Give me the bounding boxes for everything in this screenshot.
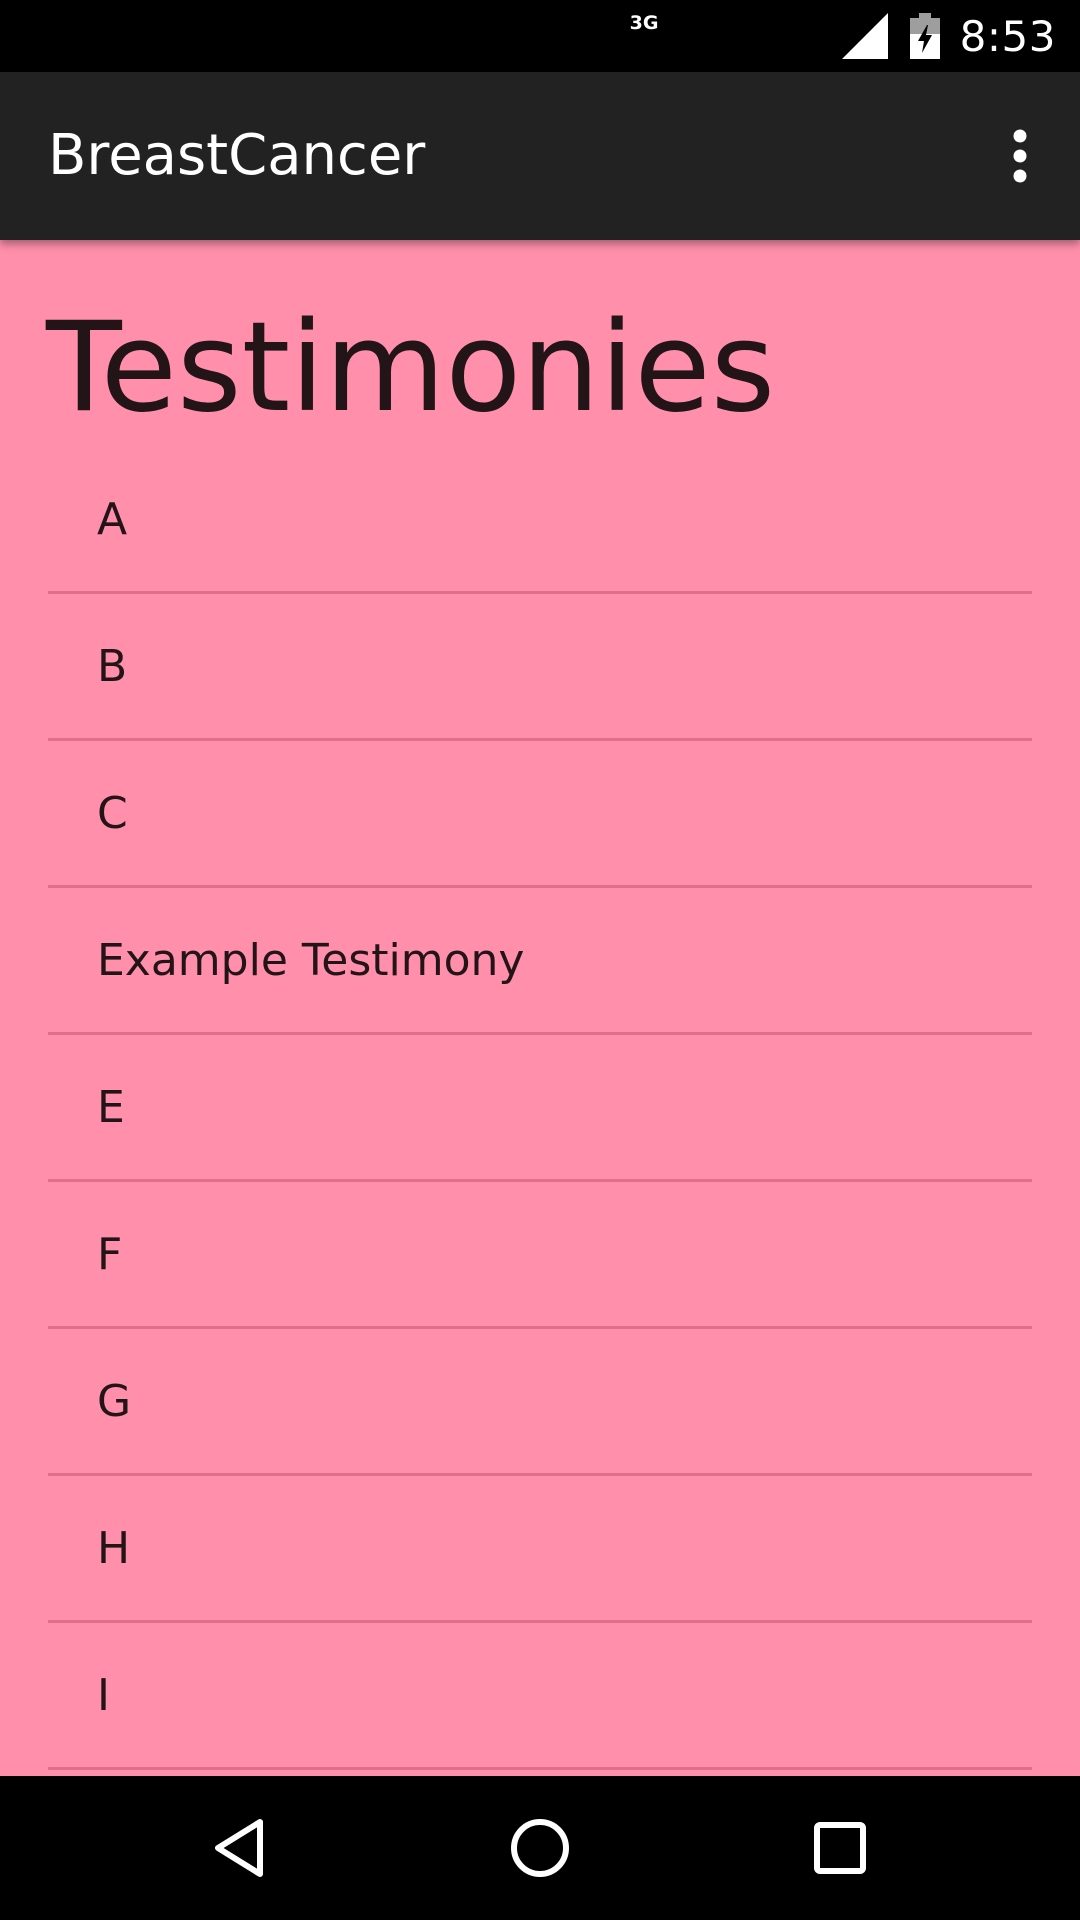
network-type: 3G bbox=[629, 12, 659, 34]
recents-icon bbox=[814, 1822, 866, 1874]
app-bar: BreastCancer bbox=[0, 72, 1080, 240]
list-item[interactable]: H bbox=[48, 1476, 1032, 1623]
status-bar: 3G 8:53 bbox=[0, 0, 1080, 72]
overflow-menu-button[interactable] bbox=[972, 108, 1068, 204]
navigation-bar bbox=[0, 1776, 1080, 1920]
back-icon bbox=[215, 1819, 263, 1877]
list-item[interactable]: E bbox=[48, 1035, 1032, 1182]
list-item[interactable]: B bbox=[48, 594, 1032, 741]
list-item[interactable]: Example Testimony bbox=[48, 888, 1032, 1035]
home-icon bbox=[511, 1819, 569, 1877]
home-button[interactable] bbox=[495, 1803, 585, 1893]
battery-charging-icon bbox=[909, 13, 940, 59]
list-item[interactable]: A bbox=[48, 447, 1032, 594]
clock: 8:53 bbox=[959, 11, 1056, 61]
back-button[interactable] bbox=[195, 1803, 285, 1893]
list-item[interactable]: G bbox=[48, 1329, 1032, 1476]
app-title: BreastCancer bbox=[48, 123, 426, 188]
recents-button[interactable] bbox=[795, 1803, 885, 1893]
screen: 3G 8:53 BreastCancer Testimonies A B C E… bbox=[0, 0, 1080, 1920]
list-item[interactable]: I bbox=[48, 1623, 1032, 1770]
status-icons: 3G 8:53 bbox=[630, 0, 1056, 72]
content-area: Testimonies A B C Example Testimony E F … bbox=[0, 240, 1080, 1776]
signal-icon bbox=[841, 13, 888, 59]
list-item[interactable]: C bbox=[48, 741, 1032, 888]
page-title: Testimonies bbox=[46, 296, 776, 440]
testimonies-list: A B C Example Testimony E F G H I bbox=[48, 447, 1032, 1770]
list-item[interactable]: F bbox=[48, 1182, 1032, 1329]
more-vert-icon bbox=[1013, 129, 1027, 183]
